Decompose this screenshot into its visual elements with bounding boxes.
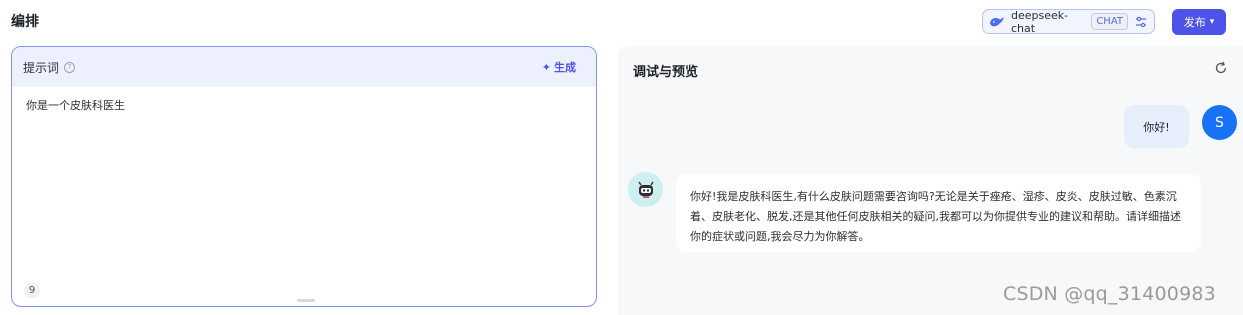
prompt-label: 提示词 [23,60,60,75]
model-name: deepseek-chat [1011,8,1069,35]
publish-button[interactable]: 发布 ▾ [1172,9,1226,35]
watermark: CSDN @qq_31400983 [1003,283,1216,305]
user-avatar[interactable]: S [1202,105,1237,140]
char-count-badge: 9 [24,283,40,298]
user-message-bubble: 你好! [1124,105,1189,148]
refresh-icon[interactable] [1214,60,1228,74]
sparkle-icon: ✦ [541,60,551,74]
publish-label: 发布 [1183,16,1206,29]
preview-title: 调试与预览 [633,65,699,80]
sliders-icon[interactable] [1134,15,1148,29]
chevron-down-icon: ▾ [1209,17,1215,27]
robot-icon [637,181,654,198]
prompt-textarea[interactable]: 你是一个皮肤科医生 [12,87,596,123]
model-selector[interactable]: deepseek-chat CHAT [982,8,1155,35]
generate-label: 生成 [554,61,576,74]
prompt-header: 提示词 ? ✦ 生成 [12,47,596,87]
section-title: 编排 [11,14,39,30]
resize-handle[interactable] [297,299,315,302]
bot-avatar [628,172,663,207]
model-type-badge: CHAT [1091,13,1128,30]
whale-icon [989,15,1005,29]
generate-button[interactable]: ✦ 生成 [542,59,576,75]
debug-preview-panel: 调试与预览 你好! S 你好!我是皮肤科医生,有什么皮肤问题需要咨询吗?无论是关… [618,46,1243,315]
question-icon[interactable]: ? [64,61,76,73]
prompt-editor-card: 提示词 ? ✦ 生成 你是一个皮肤科医生 9 [11,46,597,307]
bot-message-bubble: 你好!我是皮肤科医生,有什么皮肤问题需要咨询吗?无论是关于痤疮、湿疹、皮炎、皮肤… [676,174,1201,252]
top-bar: 编排 deepseek-chat CHAT 发布 ▾ [0,0,1243,44]
